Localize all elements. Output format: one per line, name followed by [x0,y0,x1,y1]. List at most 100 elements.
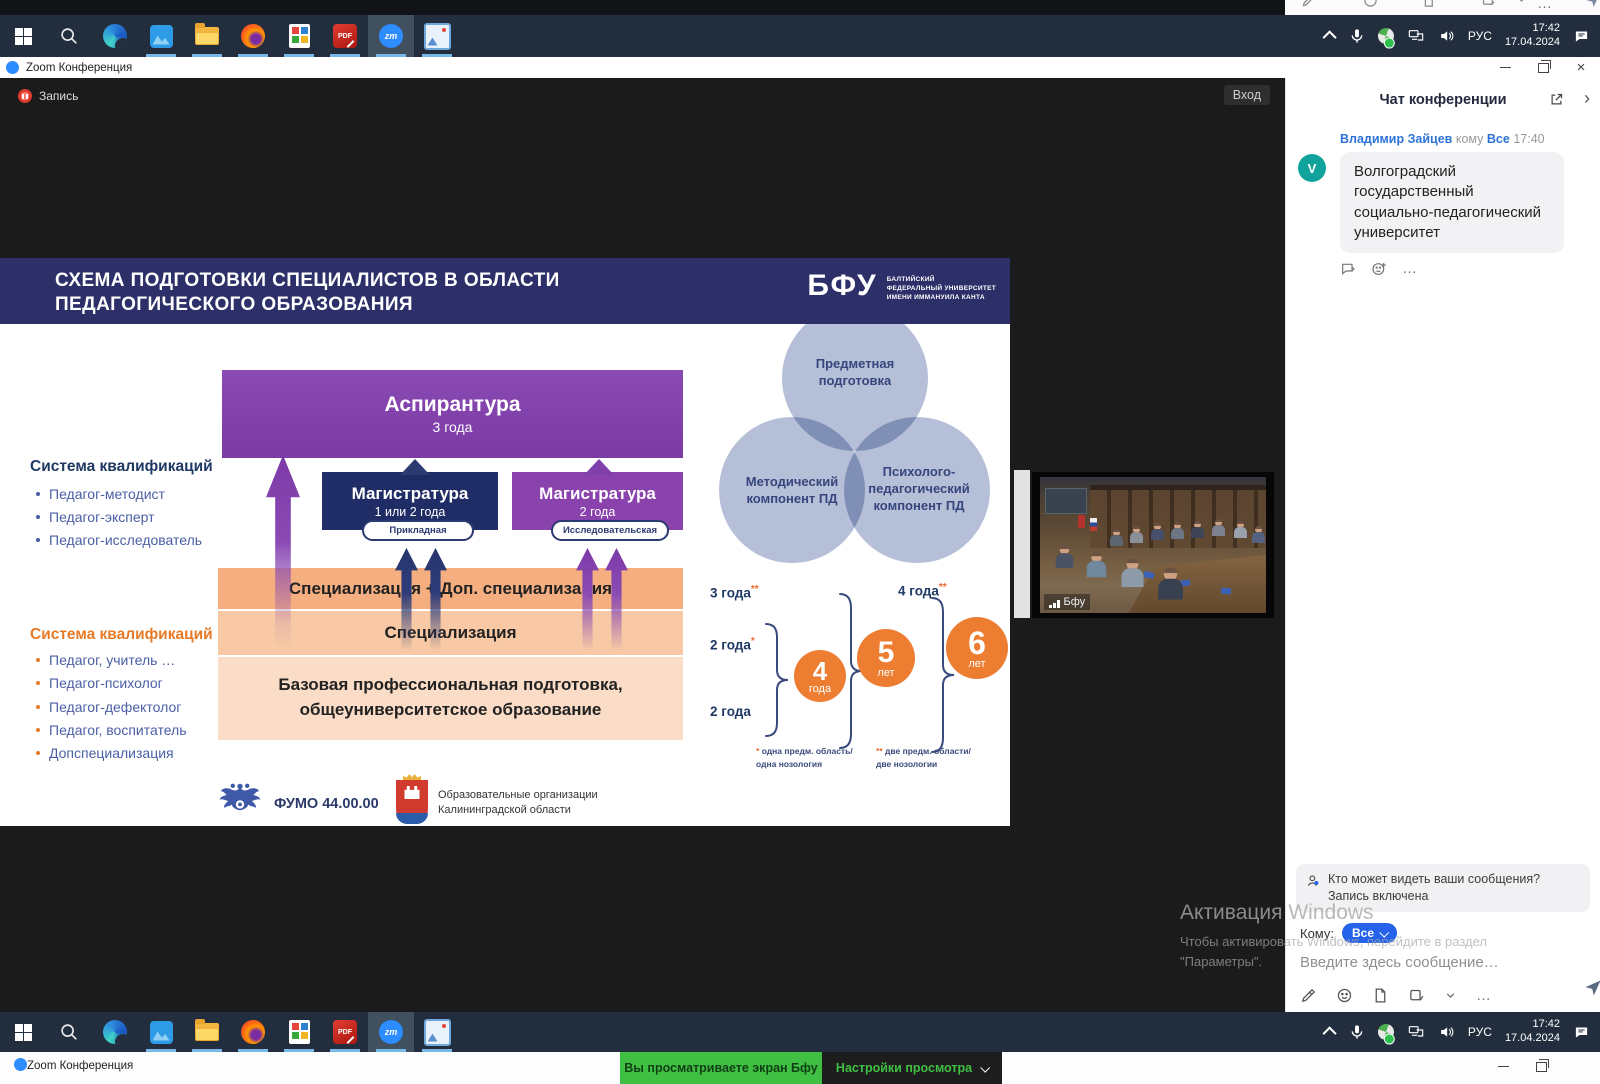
signin-button[interactable]: Вход [1224,85,1270,105]
chevron-down-icon[interactable] [1444,989,1457,1002]
privacy-text: Кто может видеть ваши сообщения? Запись … [1328,872,1540,903]
start-button[interactable] [0,15,46,57]
add-reaction-icon[interactable] [1371,261,1387,277]
popout-icon[interactable] [1549,92,1564,107]
defender-icon[interactable] [1376,26,1397,47]
years4-unit: года [809,683,831,695]
taskbar-viewer[interactable] [414,1012,460,1052]
screenshot-icon[interactable] [1408,987,1425,1004]
minimize-button[interactable] [1486,57,1524,78]
taskbar-zoom[interactable]: zm [368,15,414,57]
magistratura-research-title: Магистратура [512,484,683,504]
view-options-button[interactable]: Настройки просмотра [822,1052,1002,1084]
footnote-2-l1: две предм. области/ [885,746,971,756]
taskbar-explorer[interactable] [184,1012,230,1052]
volume-icon[interactable] [1438,28,1455,44]
view-options-label: Настройки просмотра [836,1061,972,1075]
recipient-selected: Все [1352,926,1374,940]
bottom-window-titlebar: Zoom Конференция Вы просматриваете экран… [0,1052,1600,1084]
footnote-1-l1: одна предм. область/ [762,746,853,756]
tray-expand-icon[interactable] [1322,1026,1336,1040]
search-icon [58,1021,80,1043]
reply-icon[interactable] [1340,261,1356,277]
restore-button[interactable] [1524,57,1562,78]
venn-label-psych-l1: Психолого- [848,464,990,481]
taskbar-explorer[interactable] [184,15,230,57]
recipient-selector[interactable]: Все [1342,923,1397,943]
screenshot-icon [1481,0,1496,8]
years5-num: 5 [878,638,895,668]
recording-indicator: Запись [18,89,78,103]
search-button[interactable] [46,1012,92,1052]
recording-label: Запись [39,89,78,103]
taskbar-viewer[interactable] [414,15,460,57]
chevron-down-icon [1515,0,1528,6]
logo-line3: ИМЕНИ ИММАНУИЛА КАНТА [887,294,985,301]
chat-title: Чат конференции [1379,92,1506,108]
message-recipient[interactable]: Все [1487,132,1510,146]
years-circle-4: 4года [794,650,846,702]
volume-icon[interactable] [1438,1024,1455,1040]
taskbar-document[interactable] [276,15,322,57]
zoom-icon: zm [379,24,403,48]
aspirantura-years: 3 года [222,419,683,435]
taskbar-pdf[interactable]: PDF [322,15,368,57]
message-bubble: Волгоградский государственный социально-… [1340,152,1564,253]
qual-bottom-item: Педагог-дефектолог [36,699,181,715]
microphone-icon[interactable] [1349,28,1365,44]
chevron-down-icon [1379,927,1389,937]
tray-time: 17:42 [1532,22,1560,34]
action-center-icon[interactable] [1573,29,1590,44]
taskbar-edge[interactable] [92,15,138,57]
more-actions-icon[interactable]: … [1402,260,1418,277]
taskbar-edge[interactable] [92,1012,138,1052]
taskbar-photos[interactable] [138,1012,184,1052]
venn-label-method: Методический компонент ПД [722,474,862,508]
network-icon[interactable] [1407,1024,1425,1040]
start-button[interactable] [0,1012,46,1052]
magistratura-research-years: 2 года [512,505,683,519]
emoji-icon[interactable] [1336,987,1353,1004]
message-sender[interactable]: Владимир Зайцев [1340,132,1452,146]
taskbar-pdf[interactable]: PDF [322,1012,368,1052]
more-compose-icon[interactable]: … [1476,987,1492,1004]
years-circle-6: 6лет [946,617,1008,679]
message-input[interactable]: Введите здесь сообщение… [1300,954,1586,971]
collapse-chat-icon[interactable]: › [1584,88,1590,109]
video-panel-handle[interactable] [1014,470,1030,618]
restore-button[interactable] [1522,1056,1560,1077]
kaliningrad-coat-of-arms-icon [396,780,428,824]
minimize-button[interactable] [1484,1056,1522,1077]
participant [1234,521,1247,538]
taskbar-firefox[interactable] [230,1012,276,1052]
participant-video-thumbnail[interactable]: Бфу [1032,472,1274,618]
zoom-window-titlebar: Zoom Конференция × [0,57,1600,78]
photos-icon [150,25,173,48]
edge-icon [103,24,127,48]
taskbar-document[interactable] [276,1012,322,1052]
clock[interactable]: 17:4217.04.2024 [1505,1018,1560,1046]
language-indicator[interactable]: РУС [1468,1025,1492,1039]
document-icon [289,24,310,48]
tray-expand-icon[interactable] [1322,30,1336,44]
participant [1158,567,1183,599]
clock[interactable]: 17:42 17.04.2024 [1505,22,1560,50]
venn-label-subject: Предметная подготовка [785,356,925,390]
duration-row3: 2 года [710,704,751,719]
close-button[interactable]: × [1562,57,1600,78]
taskbar-photos[interactable] [138,15,184,57]
language-indicator[interactable]: РУС [1468,29,1492,43]
taskbar-firefox[interactable] [230,15,276,57]
microphone-icon[interactable] [1349,1024,1365,1040]
venn-label-method-l2: компонент ПД [722,491,862,508]
taskbar-zoom[interactable]: zm [368,1012,414,1052]
network-icon[interactable] [1407,28,1425,44]
file-icon[interactable] [1372,987,1389,1004]
tray-date: 17.04.2024 [1505,36,1560,48]
send-icon[interactable] [1583,978,1600,998]
action-center-icon[interactable] [1573,1025,1590,1040]
defender-icon[interactable] [1376,1022,1397,1043]
viewing-screen-text: Вы просматриваете экран Бфу [624,1061,818,1075]
search-button[interactable] [46,15,92,57]
format-icon[interactable] [1300,987,1317,1004]
